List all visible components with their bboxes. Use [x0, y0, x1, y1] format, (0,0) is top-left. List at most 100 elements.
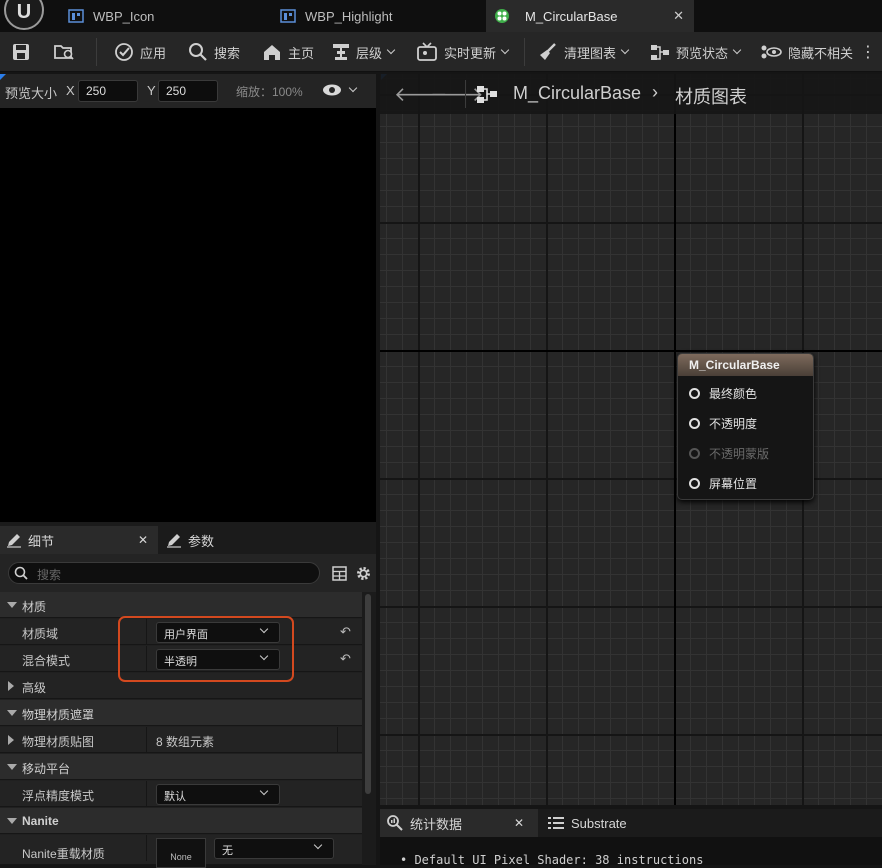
pin-final-color[interactable]: 最终颜色	[689, 385, 757, 401]
search-icon	[189, 43, 207, 61]
tab-label: Substrate	[571, 815, 627, 831]
close-icon[interactable]: ✕	[514, 816, 524, 830]
chevron-down-icon	[386, 45, 396, 55]
column-divider	[337, 727, 338, 753]
view-options-button[interactable]	[322, 83, 358, 97]
collapse-arrow-icon	[7, 710, 17, 716]
zoom-label: 缩放：100%	[236, 85, 303, 99]
node-title: M_CircularBase	[678, 354, 813, 376]
pin-socket-icon[interactable]	[689, 477, 700, 489]
property-label: 材质域	[22, 627, 59, 641]
nanite-override-dropdown[interactable]: 无	[214, 838, 334, 859]
column-divider	[146, 781, 147, 807]
annotation-highlight-box	[118, 616, 294, 682]
broom-icon	[540, 43, 556, 60]
tab-wbp-highlight[interactable]: WBP_Highlight	[280, 0, 484, 32]
apply-check-icon	[115, 43, 133, 61]
gear-icon[interactable]	[355, 565, 372, 582]
clean-graph-button[interactable]: 清理图表	[538, 40, 630, 64]
close-icon[interactable]: ✕	[673, 8, 684, 24]
reset-to-default-icon[interactable]: ↶	[340, 651, 351, 667]
tab-details[interactable]: 细节 ✕	[0, 526, 158, 554]
chevron-down-icon	[348, 83, 358, 93]
live-update-button[interactable]: 实时更新	[416, 40, 510, 64]
graph-origin-vertical	[674, 74, 676, 805]
category-label: 材质	[22, 600, 47, 614]
details-search-input[interactable]: 搜索	[8, 562, 320, 584]
save-button[interactable]	[10, 40, 32, 64]
tab-stats[interactable]: 统计数据 ✕	[380, 809, 538, 837]
details-scrollbar[interactable]	[364, 594, 372, 865]
breadcrumb-divider	[465, 80, 466, 108]
more-options-icon[interactable]: ⋮	[860, 40, 876, 64]
home-button[interactable]: 主页	[262, 40, 314, 64]
category-physical-material-mask[interactable]: 物理材质遮罩	[0, 700, 362, 726]
list-icon	[548, 817, 564, 829]
unreal-logo-icon[interactable]: U	[4, 0, 44, 30]
search-button[interactable]: 搜索	[188, 40, 240, 64]
preview-state-label: 预览状态	[676, 45, 729, 61]
pin-opacity[interactable]: 不透明度	[689, 415, 757, 431]
widget-blueprint-icon	[280, 9, 296, 23]
breadcrumb-chevron-icon: ›	[652, 82, 658, 102]
widget-blueprint-icon	[68, 9, 84, 23]
x-label: X	[66, 83, 75, 98]
pin-socket-icon[interactable]	[689, 387, 700, 399]
property-label: 混合模式	[22, 654, 71, 668]
tab-label: WBP_Highlight	[305, 8, 393, 24]
tab-wbp-icon[interactable]: WBP_Icon	[68, 0, 272, 32]
browse-button[interactable]	[52, 40, 78, 64]
breadcrumb-asset[interactable]: M_CircularBase	[513, 83, 641, 104]
tab-label: 参数	[188, 533, 215, 549]
y-label: Y	[147, 83, 156, 98]
property-row-float-precision: 浮点精度模式 默认	[0, 781, 362, 807]
reset-to-default-icon[interactable]: ↶	[340, 624, 351, 640]
preview-state-button[interactable]: 预览状态	[650, 40, 742, 64]
category-mobile[interactable]: 移动平台	[0, 754, 362, 780]
category-nanite[interactable]: Nanite	[0, 808, 362, 834]
dropdown-value: 无	[222, 845, 233, 857]
tv-icon	[417, 42, 437, 61]
hierarchy-button[interactable]: 层级	[332, 40, 396, 64]
hide-unrelated-label: 隐藏不相关	[788, 45, 854, 61]
tab-label: WBP_Icon	[93, 8, 155, 24]
search-label: 搜索	[214, 45, 241, 61]
category-material[interactable]: 材质	[0, 592, 362, 618]
toolbar-divider	[96, 38, 97, 66]
folder-search-icon	[54, 45, 74, 60]
dropdown-value: 默认	[164, 791, 186, 803]
save-icon	[13, 44, 29, 60]
column-divider	[146, 727, 147, 753]
hide-unrelated-button[interactable]: 隐藏不相关	[760, 40, 853, 64]
apply-button[interactable]: 应用	[114, 40, 166, 64]
node-graph-icon	[651, 45, 669, 60]
eye-icon	[323, 84, 341, 96]
pin-label: 屏幕位置	[709, 476, 758, 491]
preview-y-field[interactable]: 250	[158, 80, 218, 102]
tab-m-circularbase[interactable]: M_CircularBase ✕	[486, 0, 694, 32]
tab-substrate[interactable]: Substrate	[548, 809, 627, 837]
preview-viewport[interactable]	[0, 108, 376, 522]
graph-breadcrumb-bar: 🡐 🡒 M_CircularBase › 材质图表	[380, 74, 882, 114]
graph-origin-horizontal	[380, 350, 882, 352]
property-label: 物理材质贴图	[22, 735, 95, 749]
property-label: Nanite重载材质	[22, 847, 105, 861]
search-icon	[14, 566, 28, 580]
clean-graph-label: 清理图表	[564, 45, 617, 61]
property-row-physical-material-map[interactable]: 物理材质贴图 8 数组元素	[0, 727, 362, 753]
chevron-down-icon	[620, 45, 630, 55]
float-precision-dropdown[interactable]: 默认	[156, 784, 280, 805]
material-output-node[interactable]: M_CircularBase 最终颜色 不透明度 不透明蒙版 屏幕位置	[677, 353, 814, 500]
pin-socket-icon[interactable]	[689, 417, 700, 429]
pin-label: 不透明度	[709, 416, 758, 431]
scrollbar-thumb[interactable]	[365, 594, 371, 794]
panel-corner-marker	[0, 74, 6, 80]
preview-x-field[interactable]: 250	[78, 80, 138, 102]
chevron-down-icon	[259, 786, 269, 796]
tab-parameters[interactable]: 参数	[166, 526, 214, 554]
pin-screen-position[interactable]: 屏幕位置	[689, 475, 757, 491]
toolbar-divider	[524, 38, 525, 66]
asset-thumbnail[interactable]: None	[156, 838, 206, 868]
close-icon[interactable]: ✕	[138, 533, 148, 547]
grid-view-icon[interactable]	[332, 566, 347, 581]
